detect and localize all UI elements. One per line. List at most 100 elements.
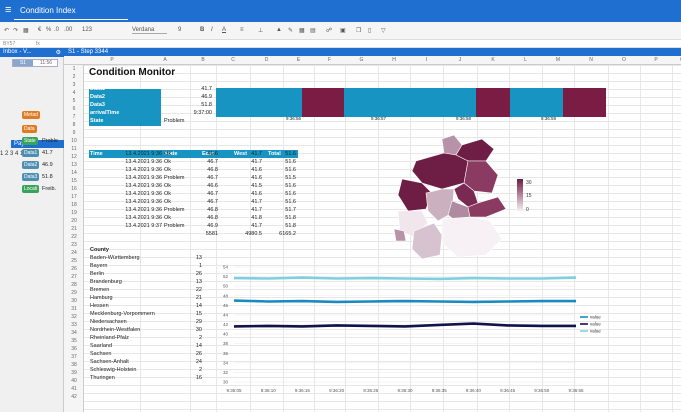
column-header-cell[interactable]: D: [250, 57, 283, 63]
number-format-button[interactable]: 123: [82, 27, 92, 33]
column-header-cell[interactable]: G: [345, 57, 378, 63]
cell-reference[interactable]: BY57: [3, 41, 15, 47]
undo-icon[interactable]: ↶: [4, 27, 9, 34]
copy-icon[interactable]: ❐: [356, 27, 361, 34]
row-header-cell[interactable]: 18: [64, 202, 84, 208]
gear-icon[interactable]: ⚙: [56, 49, 61, 56]
text-color-icon[interactable]: ✎: [288, 27, 293, 34]
row-header-cell[interactable]: 14: [64, 170, 84, 176]
column-header-cell[interactable]: A: [140, 57, 190, 63]
merge-icon[interactable]: ▤: [310, 27, 316, 34]
payload-tag[interactable]: Data3: [22, 173, 40, 181]
payload-tag[interactable]: Data1: [22, 149, 40, 157]
borders-icon[interactable]: ▦: [299, 27, 305, 34]
redo-icon[interactable]: ↷: [13, 27, 18, 34]
row-header-cell[interactable]: 40: [64, 378, 84, 384]
payload-tag[interactable]: Data: [22, 125, 37, 133]
image-icon[interactable]: ▣: [340, 27, 346, 34]
map-legend-max: 30: [526, 180, 532, 186]
row-header-cell[interactable]: 29: [64, 290, 84, 296]
decimal-decrease-button[interactable]: .0: [54, 27, 59, 33]
row-header-cell[interactable]: 15: [64, 178, 84, 184]
row-header-cell[interactable]: 34: [64, 330, 84, 336]
row-header-cell[interactable]: 4: [64, 90, 84, 96]
payload-tag[interactable]: Data2: [22, 161, 40, 169]
column-header-cell[interactable]: J: [443, 57, 477, 63]
row-header-cell[interactable]: 39: [64, 370, 84, 376]
row-header-cell[interactable]: 42: [64, 394, 84, 400]
row-header-cell[interactable]: 5: [64, 98, 84, 104]
link-icon[interactable]: ☍: [326, 27, 332, 34]
font-select[interactable]: Verdana: [132, 27, 167, 34]
row-header-cell[interactable]: 21: [64, 226, 84, 232]
payload-tag[interactable]: State: [22, 137, 38, 145]
row-header-cell[interactable]: 23: [64, 242, 84, 248]
column-header-cell[interactable]: P: [640, 57, 672, 63]
row-header-cell[interactable]: 10: [64, 138, 84, 144]
tab-s1[interactable]: S1: [13, 60, 33, 66]
font-size-select[interactable]: 9: [178, 27, 181, 33]
column-header-cell[interactable]: E: [283, 57, 314, 63]
row-header-cell[interactable]: 38: [64, 362, 84, 368]
row-header-cell[interactable]: 24: [64, 250, 84, 256]
row-header-cell[interactable]: 16: [64, 186, 84, 192]
row-header-cell[interactable]: 2: [64, 74, 84, 80]
row-header-cell[interactable]: 28: [64, 282, 84, 288]
row-header-cell[interactable]: 22: [64, 234, 84, 240]
row-header-cell[interactable]: 19: [64, 210, 84, 216]
column-header-cell[interactable]: O: [608, 57, 640, 63]
row-header-cell[interactable]: 36: [64, 346, 84, 352]
row-header-cell[interactable]: 8: [64, 122, 84, 128]
row-header-cell[interactable]: 27: [64, 274, 84, 280]
row-header-cell[interactable]: 12: [64, 154, 84, 160]
column-header-cell[interactable]: M: [542, 57, 574, 63]
row-header-cell[interactable]: 20: [64, 218, 84, 224]
row-header-cell[interactable]: 30: [64, 298, 84, 304]
row-header-cell[interactable]: 11: [64, 146, 84, 152]
chart-icon[interactable]: ▯: [368, 27, 371, 34]
column-header-cell[interactable]: P: [84, 57, 140, 63]
column-header-cell[interactable]: F: [314, 57, 345, 63]
filter-icon[interactable]: ▽: [381, 27, 386, 34]
row-header-cell[interactable]: 6: [64, 106, 84, 112]
decimal-increase-button[interactable]: .00: [64, 27, 72, 33]
valign-icon[interactable]: ⊥: [258, 27, 263, 34]
map-region-bayern[interactable]: [441, 216, 503, 258]
row-header-cell[interactable]: 33: [64, 322, 84, 328]
align-icon[interactable]: ≡: [240, 27, 244, 33]
format-painter-icon[interactable]: ▦: [23, 27, 29, 34]
column-header-cell[interactable]: B: [190, 57, 216, 63]
payload-tag[interactable]: Locati: [22, 185, 40, 193]
row-header-cell[interactable]: 7: [64, 114, 84, 120]
row-header-cell[interactable]: 32: [64, 314, 84, 320]
map-region-saarland[interactable]: [393, 228, 407, 242]
underline-button[interactable]: A: [222, 27, 226, 33]
hamburger-icon[interactable]: ≡: [5, 4, 11, 16]
column-header-cell[interactable]: H: [378, 57, 410, 63]
row-header-cell[interactable]: 26: [64, 266, 84, 272]
column-header-cell[interactable]: N: [574, 57, 608, 63]
column-header-cell[interactable]: I: [410, 57, 443, 63]
bold-button[interactable]: B: [200, 27, 204, 33]
row-header-cell[interactable]: 35: [64, 338, 84, 344]
column-header-cell[interactable]: K: [477, 57, 509, 63]
tab-time[interactable]: 11:56: [35, 60, 57, 66]
column-header-cell[interactable]: L: [509, 57, 542, 63]
currency-button[interactable]: €: [38, 27, 41, 33]
row-header-cell[interactable]: 17: [64, 194, 84, 200]
row-header-cell[interactable]: 9: [64, 130, 84, 136]
payload-tag[interactable]: Metad: [22, 111, 40, 119]
percent-button[interactable]: %: [46, 27, 51, 33]
row-header-cell[interactable]: 25: [64, 258, 84, 264]
row-header-cell[interactable]: 13: [64, 162, 84, 168]
italic-button[interactable]: I: [211, 27, 213, 33]
column-header-cell[interactable]: Q: [672, 57, 681, 63]
row-header-cell[interactable]: 31: [64, 306, 84, 312]
formula-bar: BY57 fx: [0, 40, 681, 48]
column-header-cell[interactable]: C: [216, 57, 250, 63]
fill-color-icon[interactable]: ▲: [276, 27, 282, 33]
row-header-cell[interactable]: 41: [64, 386, 84, 392]
row-header-cell[interactable]: 37: [64, 354, 84, 360]
row-header-cell[interactable]: 1: [64, 66, 84, 72]
row-header-cell[interactable]: 3: [64, 82, 84, 88]
